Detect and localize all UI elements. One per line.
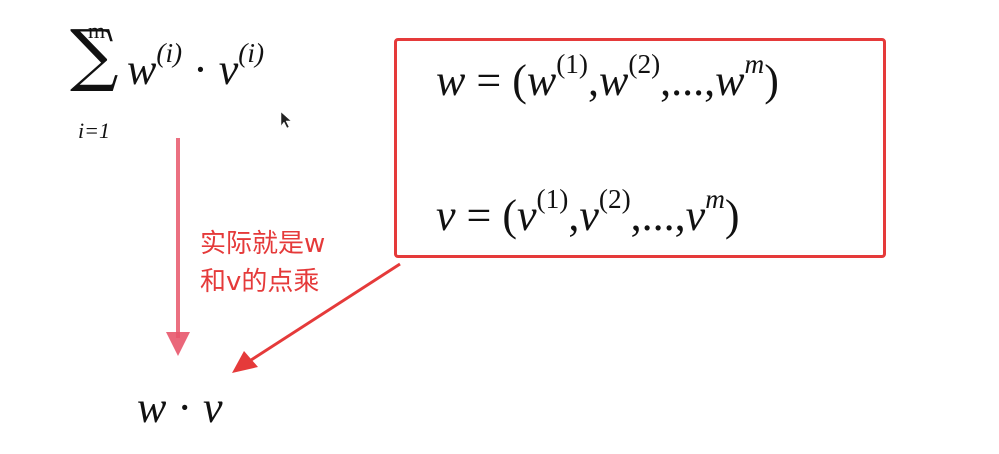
dot-product-result: w · v [137, 383, 223, 432]
mouse-cursor-icon [280, 111, 292, 129]
diagonal-arrow-icon [232, 262, 401, 373]
down-arrow-icon [166, 138, 190, 356]
